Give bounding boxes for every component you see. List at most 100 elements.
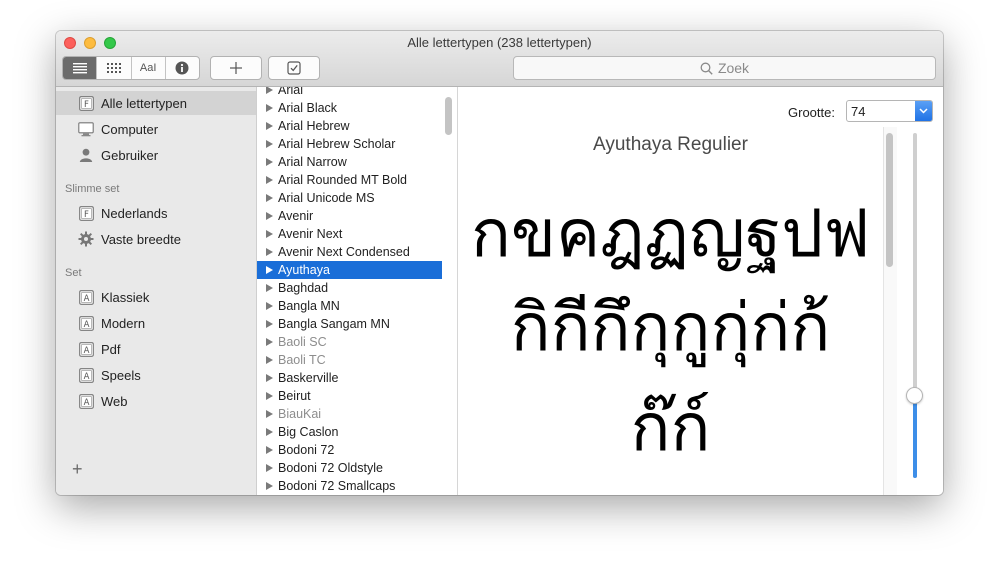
disclosure-triangle-icon[interactable] xyxy=(266,158,273,166)
disclosure-triangle-icon[interactable] xyxy=(266,87,273,94)
grid-view-button[interactable] xyxy=(97,57,132,79)
font-list-item[interactable]: Bodoni 72 Smallcaps xyxy=(257,477,442,495)
font-list-item[interactable]: Bangla Sangam MN xyxy=(257,315,442,333)
disclosure-triangle-icon[interactable] xyxy=(266,374,273,382)
font-list-item-label: Arial Unicode MS xyxy=(278,191,375,205)
font-list-item[interactable]: BiauKai xyxy=(257,405,442,423)
font-list-item[interactable]: Arial xyxy=(257,87,442,99)
font-list-item-label: Arial Rounded MT Bold xyxy=(278,173,408,187)
disclosure-triangle-icon[interactable] xyxy=(266,122,273,130)
svg-text:A: A xyxy=(83,346,89,356)
font-list-item[interactable]: Ayuthaya xyxy=(257,261,442,279)
font-list-item[interactable]: Arial Hebrew xyxy=(257,117,442,135)
svg-text:A: A xyxy=(83,372,89,382)
sidebar-item-gebruiker[interactable]: Gebruiker xyxy=(56,143,256,167)
sidebar-item-nederlands[interactable]: F Nederlands xyxy=(56,201,256,225)
sidebar-item-klassiek[interactable]: A Klassiek xyxy=(56,285,256,309)
disclosure-triangle-icon[interactable] xyxy=(266,410,273,418)
disclosure-triangle-icon[interactable] xyxy=(266,248,273,256)
size-combobox[interactable]: 74 xyxy=(846,100,933,122)
search-placeholder: Zoek xyxy=(717,60,750,76)
sidebar-item-web[interactable]: A Web xyxy=(56,389,256,413)
sidebar-item-computer[interactable]: Computer xyxy=(56,117,256,141)
font-collection-icon: F xyxy=(78,95,94,111)
disclosure-triangle-icon[interactable] xyxy=(266,392,273,400)
sidebar-item-speels[interactable]: A Speels xyxy=(56,363,256,387)
font-list-item-label: Baoli TC xyxy=(278,353,326,367)
sidebar-item-modern[interactable]: A Modern xyxy=(56,311,256,335)
font-collection-icon: F xyxy=(78,205,94,221)
font-list-item[interactable]: Arial Narrow xyxy=(257,153,442,171)
sidebar-item-label: Web xyxy=(101,393,128,409)
disclosure-triangle-icon[interactable] xyxy=(266,446,273,454)
disclosure-triangle-icon[interactable] xyxy=(266,266,273,274)
window-title: Alle lettertypen (238 lettertypen) xyxy=(407,35,592,50)
size-label: Grootte: xyxy=(788,105,835,120)
font-list-item[interactable]: Bodoni 72 Oldstyle xyxy=(257,459,442,477)
disclosure-triangle-icon[interactable] xyxy=(266,428,273,436)
disclosure-triangle-icon[interactable] xyxy=(266,356,273,364)
add-collection-button[interactable]: + xyxy=(72,459,83,480)
disclosure-triangle-icon[interactable] xyxy=(266,284,273,292)
font-list-item-label: Bangla MN xyxy=(278,299,340,313)
font-list-item[interactable]: Avenir Next xyxy=(257,225,442,243)
font-list-item[interactable]: Bangla MN xyxy=(257,297,442,315)
sidebar-item-label: Modern xyxy=(101,315,146,331)
font-list-item-label: Arial Black xyxy=(278,101,338,115)
font-set-icon: A xyxy=(78,289,94,305)
font-book-window: Alle lettertypen (238 lettertypen) AaI Z… xyxy=(56,31,943,495)
sample-view-button[interactable]: AaI xyxy=(132,57,166,79)
user-icon xyxy=(78,147,94,163)
font-list-item[interactable]: Baoli SC xyxy=(257,333,442,351)
font-list-item-label: Baskerville xyxy=(278,371,339,385)
disclosure-triangle-icon[interactable] xyxy=(266,482,273,490)
disclosure-triangle-icon[interactable] xyxy=(266,338,273,346)
font-list-item-label: Avenir Next Condensed xyxy=(278,245,410,259)
font-list-item[interactable]: Arial Black xyxy=(257,99,442,117)
sidebar-item-label: Vaste breedte xyxy=(101,231,181,247)
font-list-item[interactable]: Beirut xyxy=(257,387,442,405)
disclosure-triangle-icon[interactable] xyxy=(266,104,273,112)
svg-text:A: A xyxy=(83,294,89,304)
font-list-item-label: Arial Hebrew Scholar xyxy=(278,137,396,151)
disclosure-triangle-icon[interactable] xyxy=(266,302,273,310)
search-field[interactable]: Zoek xyxy=(513,56,936,80)
sidebar-item-label: Nederlands xyxy=(101,205,168,221)
sample-line-3: ก๊ก์ xyxy=(630,389,711,466)
chevron-down-icon[interactable] xyxy=(915,101,932,121)
disclosure-triangle-icon[interactable] xyxy=(266,212,273,220)
add-font-button[interactable] xyxy=(210,56,262,80)
font-list-item[interactable]: Baoli TC xyxy=(257,351,442,369)
disclosure-triangle-icon[interactable] xyxy=(266,320,273,328)
font-list-item-label: Beirut xyxy=(278,389,311,403)
font-list-item[interactable]: Bodoni 72 xyxy=(257,441,442,459)
preview-scrollbar-thumb[interactable] xyxy=(886,133,893,267)
sidebar-item-vaste-breedte[interactable]: Vaste breedte xyxy=(56,227,256,251)
sidebar-item-label: Klassiek xyxy=(101,289,150,305)
sidebar-item-label: Speels xyxy=(101,367,141,383)
font-list-item[interactable]: Arial Rounded MT Bold xyxy=(257,171,442,189)
disclosure-triangle-icon[interactable] xyxy=(266,176,273,184)
font-list-item[interactable]: Baghdad xyxy=(257,279,442,297)
font-list-item[interactable]: Arial Hebrew Scholar xyxy=(257,135,442,153)
font-set-icon: A xyxy=(78,315,94,331)
font-list-item[interactable]: Big Caslon xyxy=(257,423,442,441)
font-list-scrollbar[interactable] xyxy=(445,97,452,135)
disclosure-triangle-icon[interactable] xyxy=(266,464,273,472)
sidebar-item-alle-lettertypen[interactable]: F Alle lettertypen xyxy=(56,91,256,115)
font-list-item[interactable]: Avenir xyxy=(257,207,442,225)
disclosure-triangle-icon[interactable] xyxy=(266,140,273,148)
size-slider-knob[interactable] xyxy=(906,386,923,404)
font-list-item-label: Big Caslon xyxy=(278,425,339,439)
font-list-item[interactable]: Baskerville xyxy=(257,369,442,387)
disclosure-triangle-icon[interactable] xyxy=(266,230,273,238)
list-icon xyxy=(72,63,87,74)
list-view-button[interactable] xyxy=(63,57,98,79)
info-view-button[interactable] xyxy=(166,57,199,79)
font-list-item[interactable]: Arial Unicode MS xyxy=(257,189,442,207)
font-list-item[interactable]: Avenir Next Condensed xyxy=(257,243,442,261)
collections-sidebar: F Alle lettertypen Computer Gebruiker Sl… xyxy=(56,87,257,495)
validate-font-button[interactable] xyxy=(268,56,320,80)
disclosure-triangle-icon[interactable] xyxy=(266,194,273,202)
sidebar-item-pdf[interactable]: A Pdf xyxy=(56,337,256,361)
